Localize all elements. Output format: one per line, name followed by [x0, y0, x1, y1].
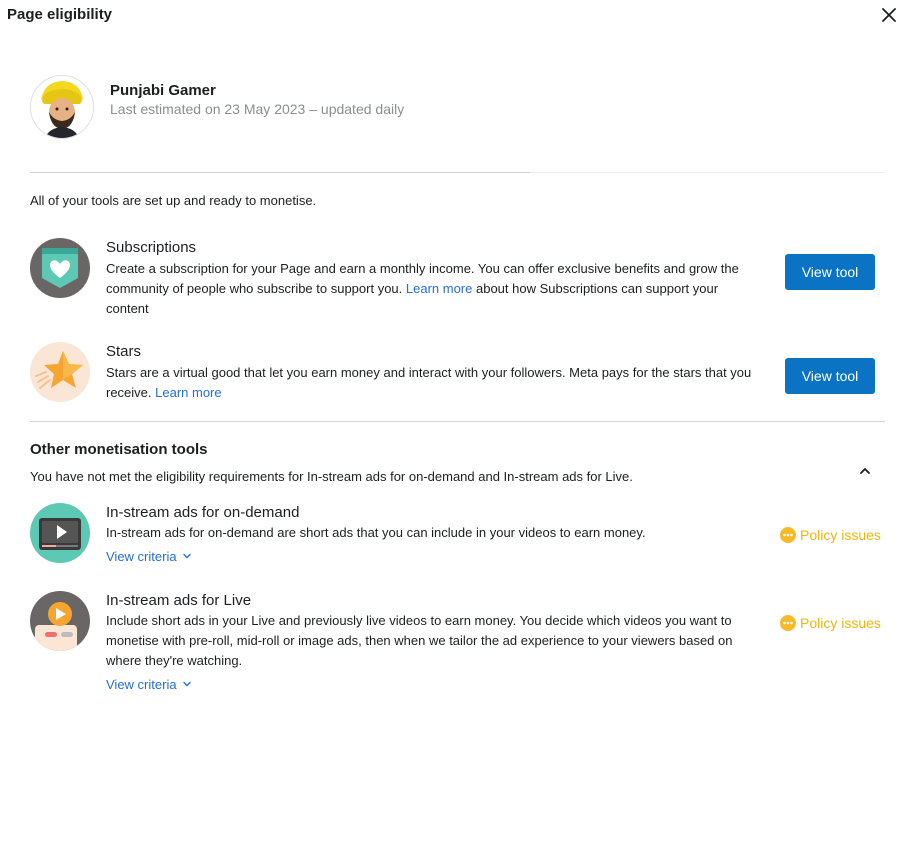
tool-description: Create a subscription for your Page and …: [106, 259, 756, 319]
learn-more-link[interactable]: Learn more: [155, 385, 221, 400]
divider: [30, 172, 885, 173]
view-criteria-link[interactable]: View criteria: [106, 677, 192, 692]
chevron-up-icon: [860, 468, 870, 474]
close-button[interactable]: [878, 4, 900, 26]
tool-name: Subscriptions: [106, 239, 197, 256]
status-text: All of your tools are set up and ready t…: [30, 193, 317, 208]
view-criteria-link[interactable]: View criteria: [106, 549, 192, 564]
eligibility-note: You have not met the eligibility require…: [30, 469, 633, 484]
video-icon: [30, 503, 90, 563]
estimate-date: Last estimated on 23 May 2023 – updated …: [110, 101, 405, 117]
page-name: Punjabi Gamer: [110, 82, 216, 99]
avatar[interactable]: [30, 75, 94, 139]
dialog-title: Page eligibility: [7, 6, 113, 23]
tool-name: Stars: [106, 343, 142, 360]
status-label: Policy issues: [800, 527, 881, 543]
tool-description: Include short ads in your Live and previ…: [106, 613, 733, 668]
profile-header: Punjabi Gamer Last estimated on 23 May 2…: [30, 75, 404, 139]
divider: [30, 421, 885, 422]
status-label: Policy issues: [800, 615, 881, 631]
tool-description: Stars are a virtual good that let you ea…: [106, 363, 756, 403]
collapse-button[interactable]: [856, 462, 874, 480]
view-criteria-label: View criteria: [106, 677, 177, 692]
live-video-icon: [30, 591, 90, 651]
learn-more-link[interactable]: Learn more: [406, 281, 472, 296]
more-dots-icon: [780, 527, 796, 543]
chevron-down-icon: [183, 681, 191, 687]
view-criteria-label: View criteria: [106, 549, 177, 564]
policy-issues-status[interactable]: Policy issues: [780, 615, 881, 631]
view-tool-button[interactable]: View tool: [785, 254, 875, 290]
avatar-image: [31, 76, 93, 138]
view-tool-button[interactable]: View tool: [785, 358, 875, 394]
section-heading: Other monetisation tools: [30, 441, 208, 458]
star-icon: [30, 342, 90, 402]
more-dots-icon: [780, 615, 796, 631]
close-icon: [882, 8, 896, 22]
subscriptions-icon: [30, 238, 90, 298]
tool-name: In-stream ads for Live: [106, 592, 252, 609]
policy-issues-status[interactable]: Policy issues: [780, 527, 881, 543]
tool-name: In-stream ads for on-demand: [106, 504, 300, 521]
chevron-down-icon: [183, 553, 191, 559]
tool-description: In-stream ads for on-demand are short ad…: [106, 525, 646, 540]
